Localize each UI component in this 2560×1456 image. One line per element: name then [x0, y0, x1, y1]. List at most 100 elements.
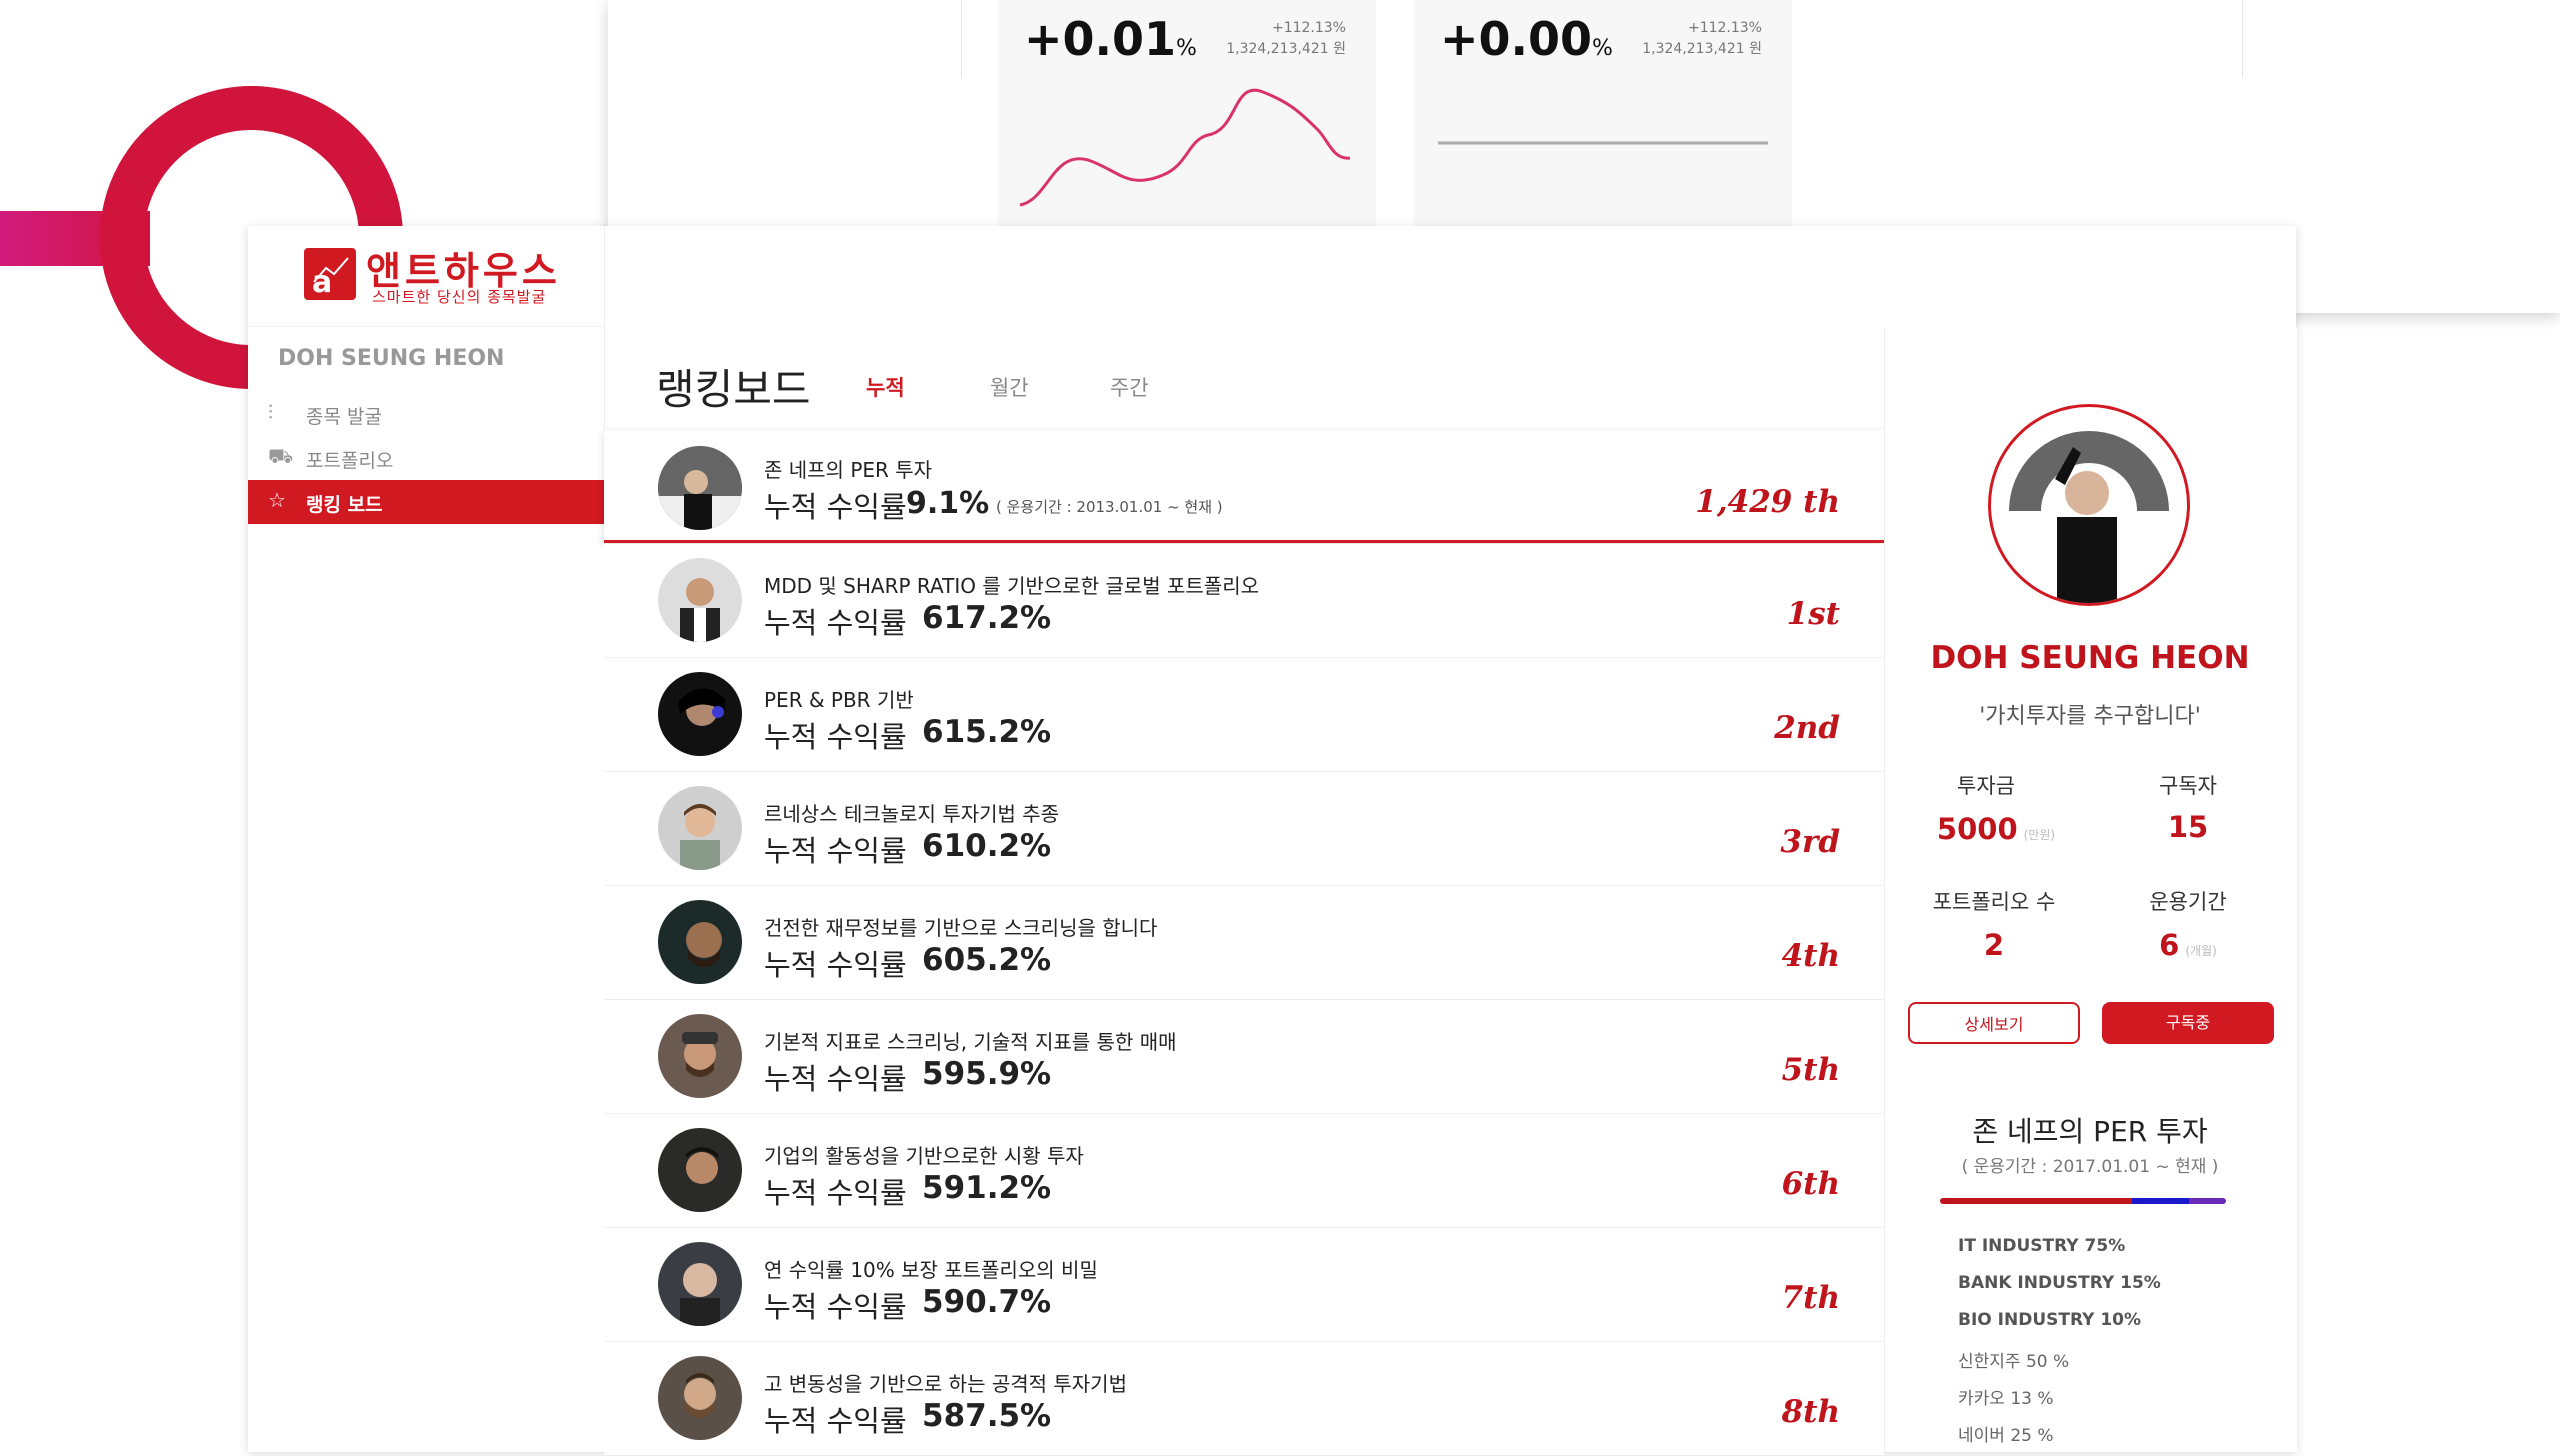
sidebar-item-stock-discovery[interactable]: ⫶ 종목 발굴	[248, 392, 604, 436]
tab-cumulative[interactable]: 누적	[866, 372, 905, 402]
allocation-segment	[1940, 1198, 2132, 1204]
return-label: 누적 수익률	[764, 1290, 907, 1324]
portfolio-count-label: 포트폴리오 수	[1932, 890, 2056, 914]
avatar	[658, 1128, 742, 1212]
sidebar-item-label: 랭킹 보드	[306, 494, 383, 516]
return-label: 누적 수익률	[764, 1062, 907, 1096]
return-label: 누적 수익률	[764, 1176, 907, 1210]
brand-tagline: 스마트한 당신의 종목발굴	[372, 288, 547, 306]
page-title: 랭킹보드	[656, 365, 811, 414]
investment-label: 투자금	[1957, 774, 2015, 798]
rank-badge: 4th	[1781, 938, 1840, 974]
strategy-title: 연 수익률 10% 보장 포트폴리오의 비밀	[764, 1258, 1098, 1282]
return-value: 617.2%	[922, 600, 1052, 636]
avatar	[658, 786, 742, 870]
strategy-title: 고 변동성을 기반으로 하는 공격적 투자기법	[764, 1372, 1127, 1396]
sidebar-item-ranking-board[interactable]: ☆ 랭킹 보드	[248, 480, 604, 524]
ranking-row[interactable]: PER & PBR 기반 누적 수익률 615.2% 2nd	[604, 658, 1884, 772]
return-label: 누적 수익률	[764, 490, 907, 524]
rank-badge: 8th	[1781, 1394, 1840, 1430]
ranking-row[interactable]: MDD 및 SHARP RATIO 를 기반으로한 글로벌 포트폴리오 누적 수…	[604, 544, 1884, 658]
avatar	[658, 1014, 742, 1098]
subscribers-value: 15	[2167, 810, 2209, 844]
profile-quote: '가치투자를 추구합니다'	[1979, 704, 2201, 729]
return-value: 605.2%	[922, 942, 1052, 978]
sidebar-item-portfolio[interactable]: ⛟ 포트폴리오	[248, 436, 604, 480]
ranking-row[interactable]: 건전한 재무정보를 기반으로 스크리닝을 합니다 누적 수익률 605.2% 4…	[604, 886, 1884, 1000]
allocation-bar	[1940, 1198, 2226, 1204]
rank-badge: 1,429 th	[1695, 484, 1840, 520]
avatar	[658, 1356, 742, 1440]
ranking-row[interactable]: 기본적 지표로 스크리닝, 기술적 지표를 통한 매매 누적 수익률 595.9…	[604, 1000, 1884, 1114]
sidebar-username: DOH SEUNG HEON	[278, 346, 505, 371]
investment-value: 5000 (만원)	[1936, 812, 2056, 846]
operation-period-value: 6 (개월)	[2159, 928, 2217, 962]
strategy-title: 건전한 재무정보를 기반으로 스크리닝을 합니다	[764, 916, 1158, 940]
subscribe-button[interactable]: 구독중	[2102, 1002, 2274, 1044]
tab-weekly[interactable]: 주간	[1110, 372, 1149, 402]
portfolio-title: 존 네프의 PER 투자	[1972, 1115, 2208, 1148]
ranking-row[interactable]: 기업의 활동성을 기반으로한 시황 투자 누적 수익률 591.2% 6th	[604, 1114, 1884, 1228]
allocation-item: 카카오 13 %	[1958, 1389, 2054, 1409]
sidebar-item-label: 종목 발굴	[306, 406, 382, 428]
star-icon: ☆	[268, 488, 286, 512]
allocation-item: IT INDUSTRY 75%	[1958, 1236, 2126, 1256]
return-label: 누적 수익률	[764, 606, 907, 640]
return-value: 590.7%	[922, 1284, 1052, 1320]
strategy-title: MDD 및 SHARP RATIO 를 기반으로한 글로벌 포트폴리오	[764, 574, 1260, 598]
ranking-row[interactable]: 르네상스 테크놀로지 투자기법 추종 누적 수익률 610.2% 3rd	[604, 772, 1884, 886]
allocation-item: BANK INDUSTRY 15%	[1958, 1273, 2161, 1293]
operation-period-label: 운용기간	[2149, 890, 2227, 914]
return-details: +112.13% 1,324,213,421 원	[1226, 20, 1346, 57]
return-percent: +0.01%	[1024, 12, 1197, 66]
sidebar-item-label: 포트폴리오	[306, 450, 394, 472]
return-label: 누적 수익률	[764, 834, 907, 868]
rank-badge: 2nd	[1774, 710, 1840, 746]
return-card-1[interactable]: +0.01% +112.13% 1,324,213,421 원	[998, 0, 1376, 242]
avatar	[658, 1242, 742, 1326]
ranking-row[interactable]: 연 수익률 10% 보장 포트폴리오의 비밀 누적 수익률 590.7% 7th	[604, 1228, 1884, 1342]
return-value: 610.2%	[922, 828, 1052, 864]
strategy-title: PER & PBR 기반	[764, 688, 914, 712]
strategy-title: 존 네프의 PER 투자	[764, 458, 933, 482]
rank-badge: 5th	[1781, 1052, 1840, 1088]
return-value: 9.1%	[906, 486, 990, 521]
return-card-2[interactable]: +0.00% +112.13% 1,324,213,421 원	[1414, 0, 1792, 242]
avatar	[658, 558, 742, 642]
profile-name: DOH SEUNG HEON	[1930, 640, 2250, 676]
my-ranking-row[interactable]: 존 네프의 PER 투자 누적 수익률 9.1% ( 운용기간 : 2013.0…	[604, 430, 1884, 543]
avatar	[658, 672, 742, 756]
return-value: 591.2%	[922, 1170, 1052, 1206]
brand-logo-icon[interactable]: a	[304, 248, 356, 300]
allocation-item: BIO INDUSTRY 10%	[1958, 1310, 2142, 1330]
return-label: 누적 수익률	[764, 948, 907, 982]
rank-badge: 6th	[1781, 1166, 1840, 1202]
allocation-segment	[2131, 1198, 2189, 1204]
strategy-title: 기본적 지표로 스크리닝, 기술적 지표를 통한 매매	[764, 1030, 1177, 1054]
return-value: 587.5%	[922, 1398, 1052, 1434]
return-label: 누적 수익률	[764, 720, 907, 754]
allocation-item: 신한지주 50 %	[1958, 1352, 2070, 1372]
rank-badge: 7th	[1781, 1280, 1840, 1316]
profile-avatar	[1988, 404, 2190, 606]
allocation-item: 네이버 25 %	[1958, 1426, 2054, 1446]
avatar	[658, 900, 742, 984]
avatar	[658, 446, 742, 530]
portfolio-period: ( 운용기간 : 2017.01.01 ~ 현재 )	[1961, 1157, 2219, 1177]
operation-period: ( 운용기간 : 2013.01.01 ~ 현재 )	[996, 498, 1223, 516]
rank-badge: 3rd	[1780, 824, 1840, 860]
divider	[961, 0, 962, 78]
portfolio-count-value: 2	[1983, 928, 2005, 962]
divider	[248, 326, 604, 327]
return-details: +112.13% 1,324,213,421 원	[1642, 20, 1762, 57]
divider	[2242, 0, 2243, 78]
subscribers-label: 구독자	[2159, 774, 2217, 798]
allocation-segment	[2188, 1198, 2226, 1204]
strategy-title: 기업의 활동성을 기반으로한 시황 투자	[764, 1144, 1084, 1168]
cart-icon: ⛟	[268, 444, 294, 468]
tab-monthly[interactable]: 월간	[990, 372, 1029, 402]
rank-badge: 1st	[1786, 596, 1840, 632]
detail-button[interactable]: 상세보기	[1908, 1002, 2080, 1044]
return-value: 615.2%	[922, 714, 1052, 750]
ranking-row[interactable]: 고 변동성을 기반으로 하는 공격적 투자기법 누적 수익률 587.5% 8t…	[604, 1342, 1884, 1456]
